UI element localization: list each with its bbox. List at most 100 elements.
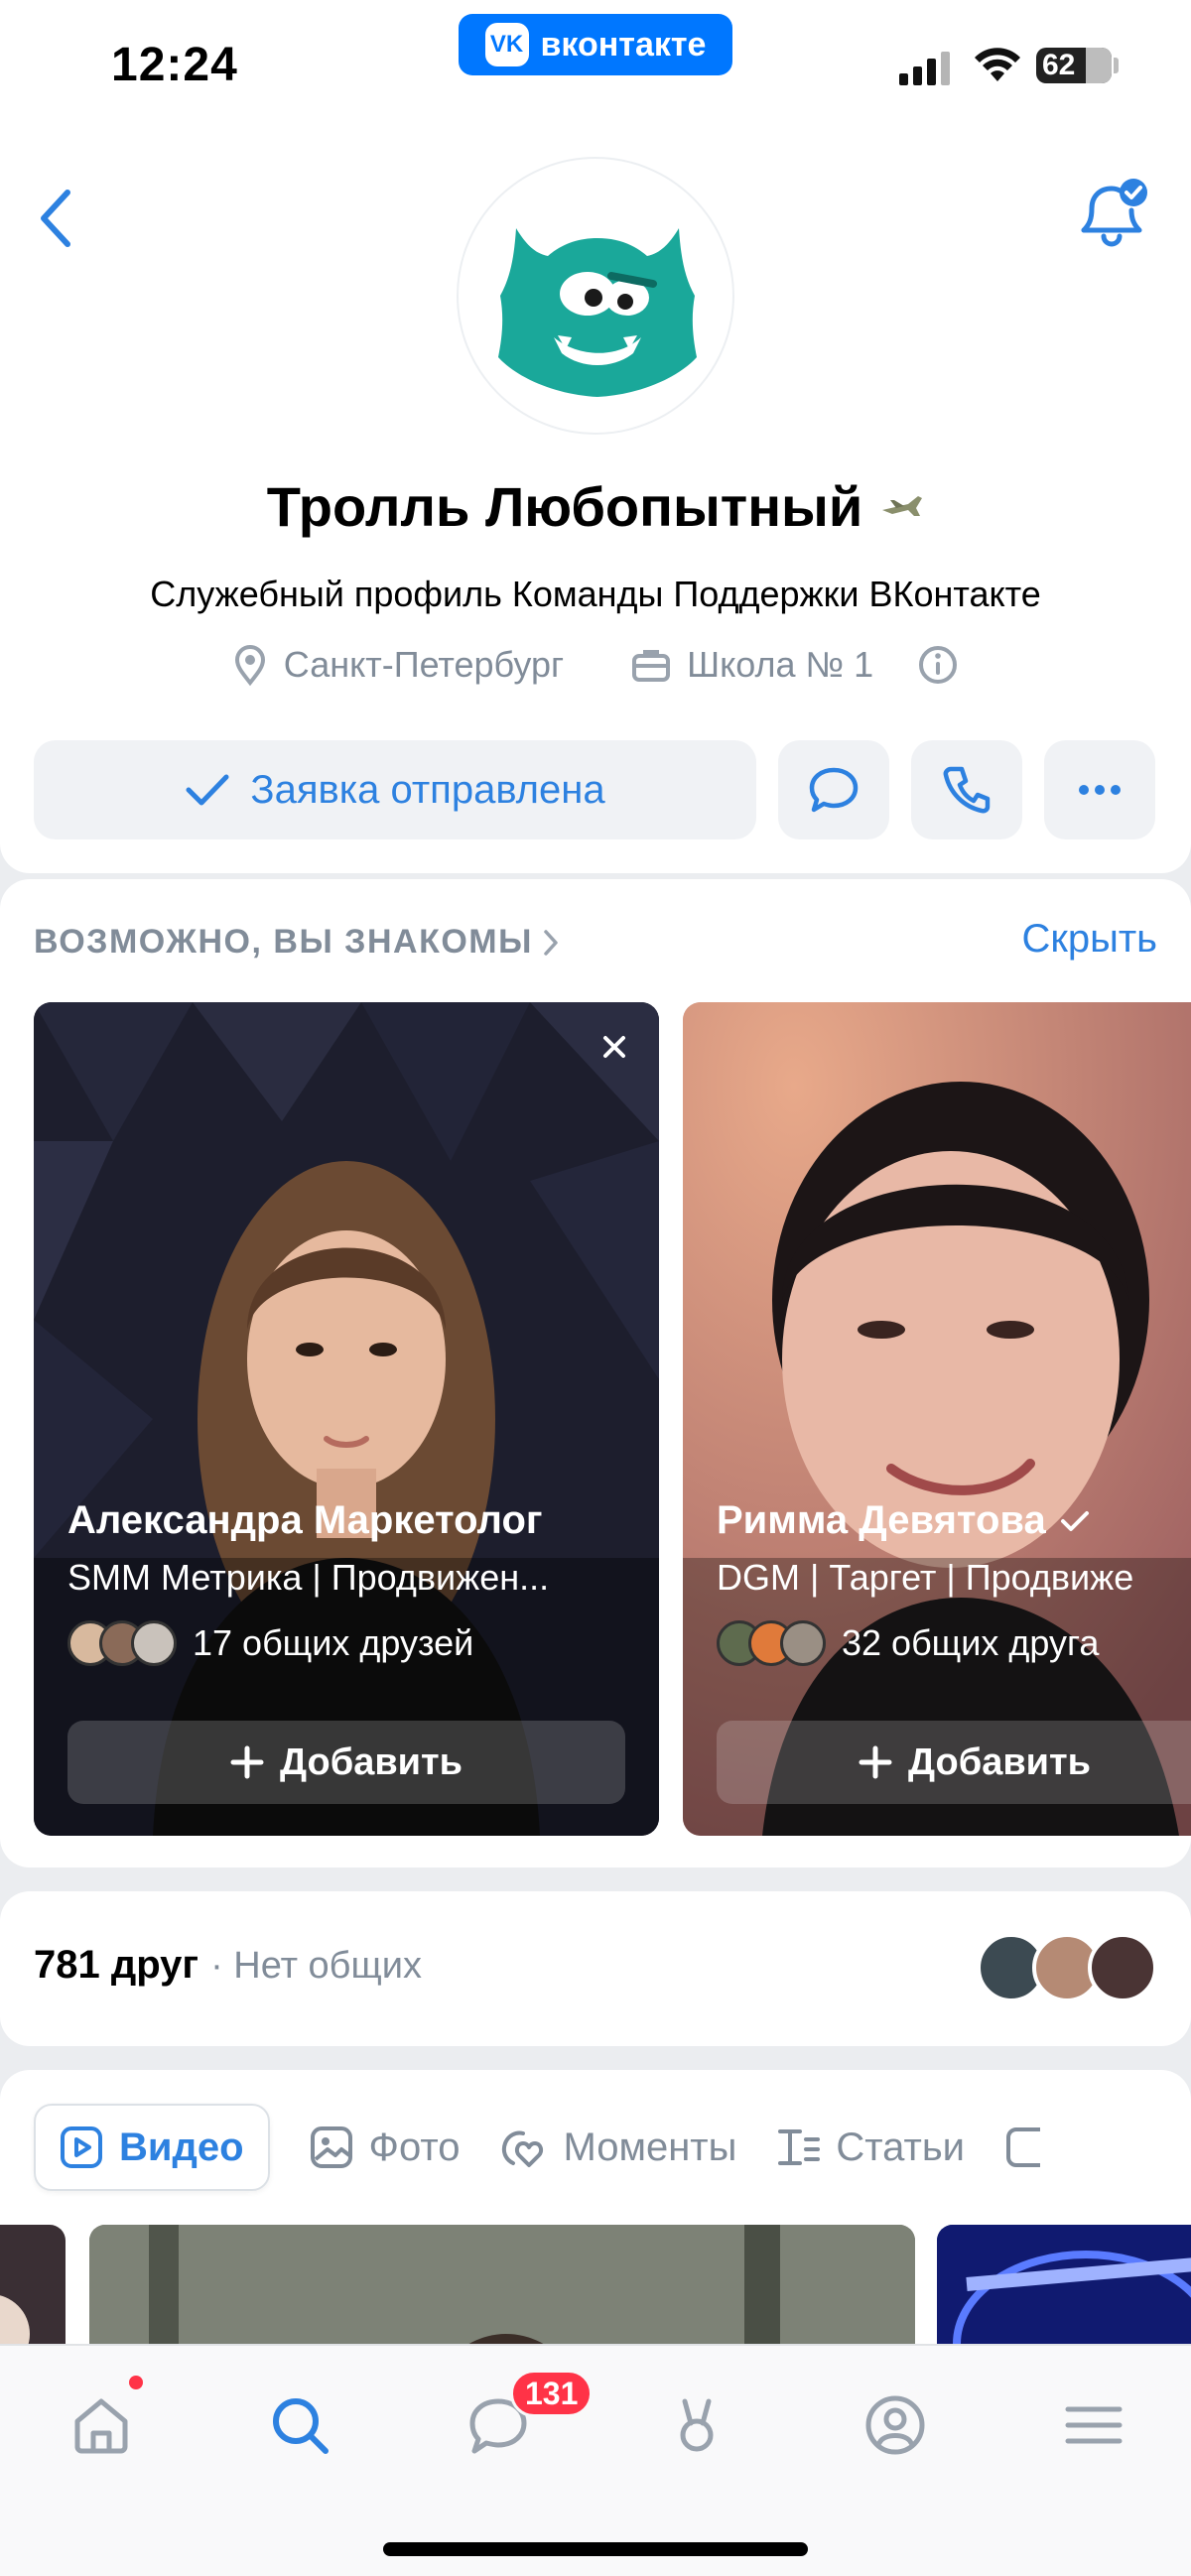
info-circle-icon[interactable]	[917, 644, 959, 686]
close-icon	[603, 1036, 625, 1058]
suggestion-info: Александра Маркетолог SMM Метрика | Прод…	[67, 1498, 659, 1666]
profile-school: Школа № 1	[687, 644, 874, 685]
suggestion-info: Римма Девятова DGM | Таргет | Продвиже 3…	[717, 1498, 1191, 1666]
articles-icon	[778, 2129, 821, 2165]
tab-home[interactable]	[62, 2385, 141, 2465]
tab-articles[interactable]: Статьи	[776, 2104, 965, 2191]
bell-check-icon	[1081, 179, 1147, 247]
suggestion-name-row: Римма Девятова	[717, 1498, 1191, 1543]
cellular-signal-icon	[899, 52, 950, 85]
friend-request-label: Заявка отправлена	[250, 767, 605, 812]
checkmark-icon	[186, 774, 229, 806]
battery-tip	[1114, 58, 1119, 73]
friend-request-sent-button[interactable]: Заявка отправлена	[34, 740, 756, 839]
partial-tab-icon	[1006, 2127, 1041, 2167]
friends-avatars	[977, 1933, 1157, 2002]
profile-name: Тролль Любопытный	[266, 475, 863, 538]
suggestion-card[interactable]: Римма Девятова DGM | Таргет | Продвиже 3…	[683, 1002, 1191, 1836]
vk-app-pill[interactable]: VK вконтакте	[459, 14, 732, 75]
avatar	[131, 1620, 177, 1666]
add-friend-label: Добавить	[907, 1740, 1092, 1783]
mutual-friends: 17 общих друзей	[67, 1620, 659, 1666]
tab-moments-label: Моменты	[563, 2125, 737, 2169]
suggestion-name: Александра Маркетолог	[67, 1498, 543, 1542]
add-friend-label: Добавить	[279, 1740, 463, 1783]
battery-icon: 62	[1036, 48, 1112, 83]
mutual-avatars	[717, 1620, 826, 1666]
profile-actions: Заявка отправлена	[34, 740, 1157, 839]
suggestion-card[interactable]: Александра Маркетолог SMM Метрика | Прод…	[34, 1002, 659, 1836]
mutual-friends-note: · Нет общих	[210, 1945, 422, 1987]
plus-icon	[859, 1745, 892, 1779]
suggestions-title-label: ВОЗМОЖНО, ВЫ ЗНАКОМЫ	[34, 923, 533, 961]
media-tabs: Видео Фото Моменты Статьи	[34, 2104, 1041, 2191]
wifi-icon	[975, 48, 1020, 81]
friends-summary: 781 друг · Нет общих	[34, 1943, 422, 1988]
tab-menu[interactable]	[1054, 2385, 1133, 2465]
subscribe-notifications-button[interactable]	[1072, 175, 1151, 254]
suggestion-job: SMM Метрика | Продвижен...	[67, 1557, 550, 1598]
dismiss-suggestion-button[interactable]	[590, 1022, 639, 1072]
phone-icon	[943, 766, 991, 814]
avatar	[1088, 1933, 1157, 2002]
mutual-friends-count: 32 общих друга	[842, 1622, 1100, 1663]
home-icon	[74, 2398, 128, 2454]
profile-avatar[interactable]	[457, 157, 734, 435]
status-bar: 12:24 VK вконтакте 62	[0, 0, 1191, 139]
mutual-friends-count: 17 общих друзей	[193, 1622, 474, 1663]
vk-logo-icon: VK	[484, 23, 529, 66]
suggestion-name: Римма Девятова	[717, 1498, 1046, 1542]
search-icon	[273, 2398, 329, 2454]
troll-monster-icon	[498, 228, 697, 397]
person-photo	[34, 1002, 659, 1836]
mutual-friends: 32 общих друга	[717, 1620, 1191, 1666]
video-icon	[61, 2126, 102, 2168]
messages-badge: 131	[510, 2370, 594, 2417]
friends-section[interactable]: 781 друг · Нет общих	[0, 1891, 1191, 2046]
battery-level: 62	[1042, 49, 1076, 81]
verified-check-icon	[1060, 1510, 1089, 1531]
tab-articles-label: Статьи	[836, 2125, 966, 2169]
profile-city: Санкт-Петербург	[283, 644, 565, 685]
tab-video[interactable]: Видео	[34, 2104, 270, 2191]
tab-search[interactable]	[260, 2385, 339, 2465]
tab-photo[interactable]: Фото	[310, 2104, 461, 2191]
home-indicator	[383, 2542, 808, 2556]
moments-icon	[502, 2130, 544, 2167]
back-button[interactable]	[26, 179, 85, 258]
more-button[interactable]	[1044, 740, 1155, 839]
tab-more[interactable]	[1004, 2104, 1041, 2191]
suggestions-hide-button[interactable]: Скрыть	[1021, 917, 1157, 962]
profile-name-row: Тролль Любопытный	[0, 474, 1191, 539]
menu-icon	[1065, 2406, 1123, 2444]
profile-info-row: Санкт-Петербург Школа № 1	[0, 643, 1191, 687]
clock: 12:24	[111, 39, 238, 91]
tab-photo-label: Фото	[368, 2125, 461, 2169]
tab-profile[interactable]	[856, 2385, 935, 2465]
location-pin-icon	[234, 645, 265, 687]
bottom-tab-bar: 131	[0, 2344, 1191, 2576]
avatar	[780, 1620, 826, 1666]
friends-count: 781 друг	[34, 1943, 199, 1987]
plane-emoji-icon	[882, 495, 923, 516]
home-notification-dot	[129, 2376, 143, 2389]
plus-icon	[230, 1745, 264, 1779]
profile-status: Служебный профиль Команды Поддержки ВКон…	[150, 574, 1041, 614]
message-button[interactable]	[778, 740, 889, 839]
tab-video-label: Видео	[119, 2125, 244, 2169]
vk-app-label: вконтакте	[540, 25, 707, 64]
chevron-left-icon	[41, 190, 70, 247]
add-friend-button[interactable]: Добавить	[67, 1721, 625, 1804]
message-bubble-icon	[809, 767, 859, 813]
profile-icon	[865, 2395, 925, 2455]
suggestions-title[interactable]: ВОЗМОЖНО, ВЫ ЗНАКОМЫ	[34, 923, 559, 962]
clips-hand-icon	[680, 2398, 714, 2452]
call-button[interactable]	[911, 740, 1022, 839]
add-friend-button[interactable]: Добавить	[717, 1721, 1191, 1804]
chevron-right-icon	[544, 929, 558, 956]
mutual-avatars	[67, 1620, 177, 1666]
briefcase-icon	[632, 650, 671, 682]
tab-moments[interactable]: Моменты	[499, 2104, 736, 2191]
more-dots-icon	[1079, 785, 1121, 795]
tab-clips[interactable]	[657, 2385, 736, 2465]
